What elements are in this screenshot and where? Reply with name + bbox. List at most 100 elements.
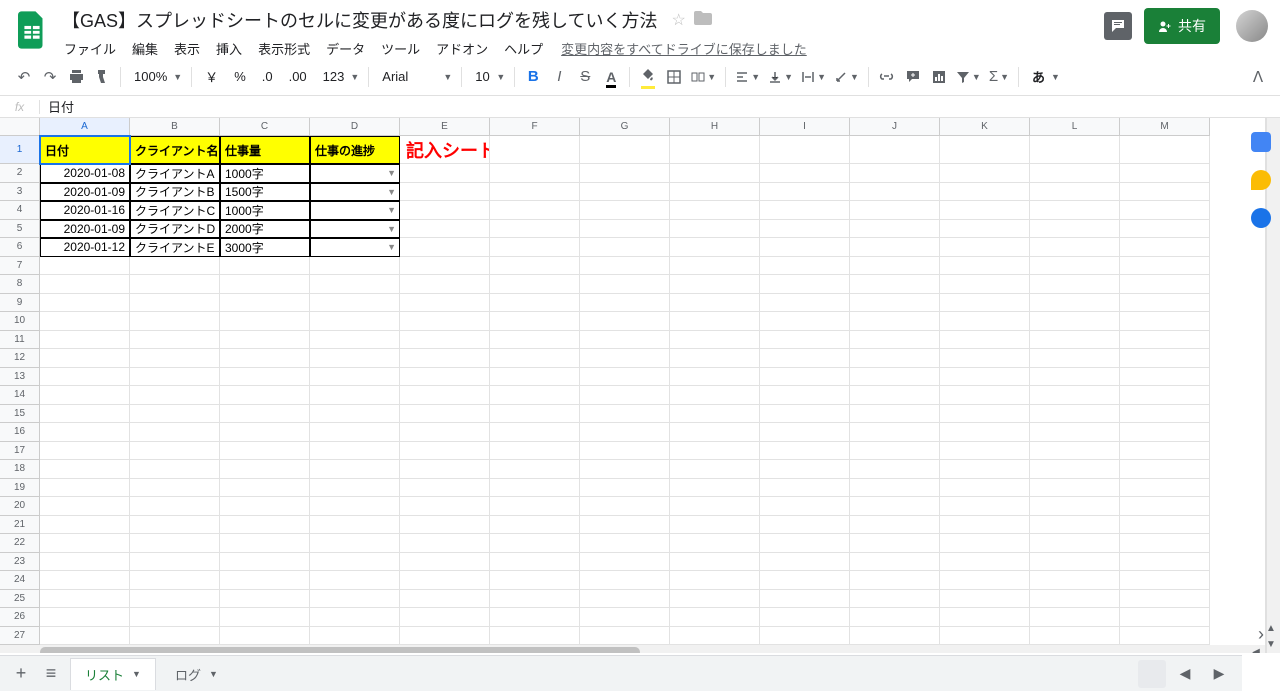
cell-G11[interactable] [580, 331, 670, 350]
cell-L14[interactable] [1030, 386, 1120, 405]
menu-表示[interactable]: 表示 [166, 37, 208, 60]
row-header-14[interactable]: 14 [0, 386, 40, 405]
cell-L12[interactable] [1030, 349, 1120, 368]
cell-I13[interactable] [760, 368, 850, 387]
cell-K15[interactable] [940, 405, 1030, 424]
cell-K10[interactable] [940, 312, 1030, 331]
h-scrollbar[interactable]: ◀ [0, 645, 1265, 653]
cell-E18[interactable] [400, 460, 490, 479]
cell-D6[interactable]: ▼ [310, 238, 400, 257]
cell-L11[interactable] [1030, 331, 1120, 350]
cell-M24[interactable] [1120, 571, 1210, 590]
row-header-15[interactable]: 15 [0, 405, 40, 424]
cell-C3[interactable]: 1500字 [220, 183, 310, 202]
cell-L26[interactable] [1030, 608, 1120, 627]
cell-J5[interactable] [850, 220, 940, 239]
cell-H5[interactable] [670, 220, 760, 239]
cell-D23[interactable] [310, 553, 400, 572]
italic-button[interactable]: I [547, 64, 571, 90]
cell-B16[interactable] [130, 423, 220, 442]
cell-I11[interactable] [760, 331, 850, 350]
cell-I1[interactable] [760, 136, 850, 164]
cell-K4[interactable] [940, 201, 1030, 220]
cell-A10[interactable] [40, 312, 130, 331]
cell-B15[interactable] [130, 405, 220, 424]
cell-K9[interactable] [940, 294, 1030, 313]
cell-J20[interactable] [850, 497, 940, 516]
cell-E15[interactable] [400, 405, 490, 424]
cell-G15[interactable] [580, 405, 670, 424]
cell-B25[interactable] [130, 590, 220, 609]
cell-J27[interactable] [850, 627, 940, 646]
redo-button[interactable]: ↷ [38, 64, 62, 90]
tab-scroll-left[interactable]: ◀ [1170, 659, 1200, 689]
cell-J9[interactable] [850, 294, 940, 313]
cell-E7[interactable] [400, 257, 490, 276]
cell-C26[interactable] [220, 608, 310, 627]
row-header-10[interactable]: 10 [0, 312, 40, 331]
cell-G2[interactable] [580, 164, 670, 183]
cell-I5[interactable] [760, 220, 850, 239]
cell-M14[interactable] [1120, 386, 1210, 405]
cell-L4[interactable] [1030, 201, 1120, 220]
cell-G27[interactable] [580, 627, 670, 646]
keep-icon[interactable] [1251, 170, 1271, 190]
cell-M27[interactable] [1120, 627, 1210, 646]
cell-F4[interactable] [490, 201, 580, 220]
header-cell-A1[interactable]: 日付 [40, 136, 130, 164]
cell-L21[interactable] [1030, 516, 1120, 535]
cell-I6[interactable] [760, 238, 850, 257]
input-tools-button[interactable]: あ▼ [1025, 64, 1063, 90]
row-header-20[interactable]: 20 [0, 497, 40, 516]
cell-H15[interactable] [670, 405, 760, 424]
cell-M21[interactable] [1120, 516, 1210, 535]
cell-B19[interactable] [130, 479, 220, 498]
cell-H27[interactable] [670, 627, 760, 646]
cell-B5[interactable]: クライアントD [130, 220, 220, 239]
cell-K13[interactable] [940, 368, 1030, 387]
cell-C15[interactable] [220, 405, 310, 424]
cell-G24[interactable] [580, 571, 670, 590]
cell-D20[interactable] [310, 497, 400, 516]
cell-H20[interactable] [670, 497, 760, 516]
save-status[interactable]: 変更内容をすべてドライブに保存しました [561, 39, 807, 58]
cell-C19[interactable] [220, 479, 310, 498]
cell-E16[interactable] [400, 423, 490, 442]
paint-format-button[interactable] [90, 64, 114, 90]
cell-G20[interactable] [580, 497, 670, 516]
cell-C14[interactable] [220, 386, 310, 405]
cell-L10[interactable] [1030, 312, 1120, 331]
cell-J3[interactable] [850, 183, 940, 202]
cell-H6[interactable] [670, 238, 760, 257]
cell-L6[interactable] [1030, 238, 1120, 257]
cell-C16[interactable] [220, 423, 310, 442]
cell-D25[interactable] [310, 590, 400, 609]
cell-H9[interactable] [670, 294, 760, 313]
cell-G3[interactable] [580, 183, 670, 202]
cell-K20[interactable] [940, 497, 1030, 516]
cell-M7[interactable] [1120, 257, 1210, 276]
all-sheets-button[interactable]: ≡ [36, 659, 66, 689]
cell-C24[interactable] [220, 571, 310, 590]
cell-J14[interactable] [850, 386, 940, 405]
sheet-tab-active[interactable]: リスト▼ [70, 658, 156, 690]
cell-G13[interactable] [580, 368, 670, 387]
cell-J23[interactable] [850, 553, 940, 572]
cell-D11[interactable] [310, 331, 400, 350]
cell-H19[interactable] [670, 479, 760, 498]
row-header-6[interactable]: 6 [0, 238, 40, 257]
undo-button[interactable]: ↶ [12, 64, 36, 90]
cell-A2[interactable]: 2020-01-08 [40, 164, 130, 183]
row-header-9[interactable]: 9 [0, 294, 40, 313]
cell-E25[interactable] [400, 590, 490, 609]
row-header-24[interactable]: 24 [0, 571, 40, 590]
cell-F6[interactable] [490, 238, 580, 257]
cell-K8[interactable] [940, 275, 1030, 294]
cell-L19[interactable] [1030, 479, 1120, 498]
merge-cells-button[interactable]: ▼ [688, 64, 719, 90]
cell-D24[interactable] [310, 571, 400, 590]
cell-E22[interactable] [400, 534, 490, 553]
cell-J8[interactable] [850, 275, 940, 294]
cell-I9[interactable] [760, 294, 850, 313]
cell-J12[interactable] [850, 349, 940, 368]
